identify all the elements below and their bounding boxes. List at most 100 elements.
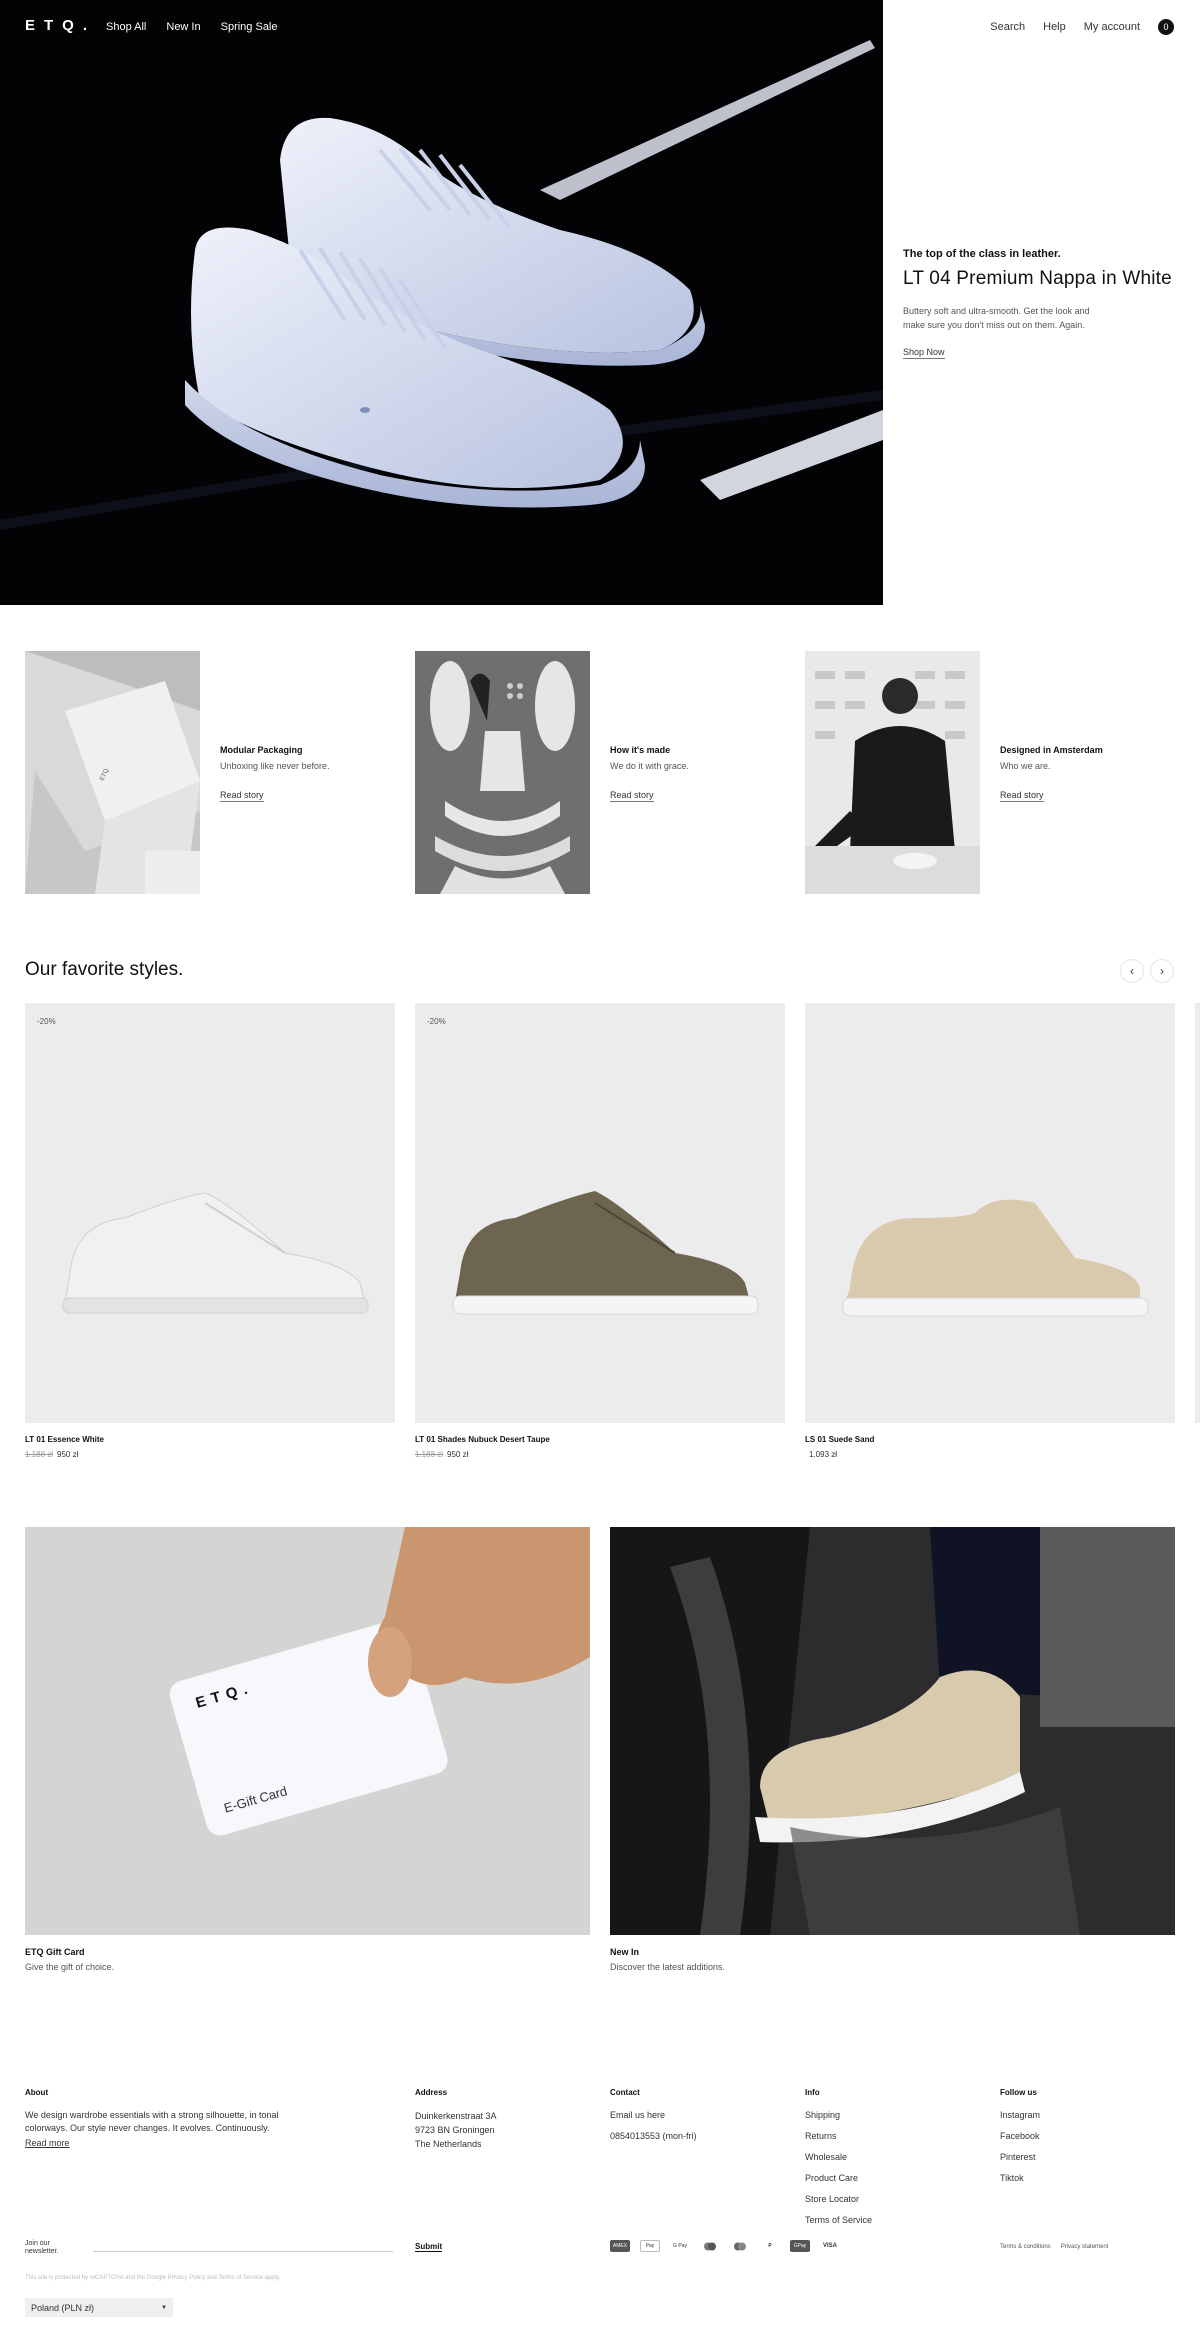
- story-card-packaging: ETQ. Modular Packaging Unboxing like nev…: [25, 651, 395, 894]
- product-name[interactable]: LS 01 Suede Sand: [805, 1435, 1175, 1444]
- product-name[interactable]: LT 01 Essence White: [25, 1435, 395, 1444]
- terms-of-service-link[interactable]: Terms of Service: [805, 2214, 872, 2227]
- newsletter-label: Join our newsletter.: [25, 2240, 59, 2255]
- chevron-left-icon: ‹: [1130, 964, 1134, 978]
- utility-nav: Search Help My account 0: [990, 19, 1174, 35]
- legal-links: Terms & conditions Privacy statement: [1000, 2244, 1108, 2250]
- returns-link[interactable]: Returns: [805, 2130, 872, 2143]
- country-selector[interactable]: Poland (PLN zł) ▼: [25, 2298, 173, 2317]
- amsterdam-image[interactable]: [805, 651, 980, 894]
- promo-subtitle: Give the gift of choice.: [25, 1962, 115, 1972]
- cart-button[interactable]: 0: [1158, 19, 1174, 35]
- email-link[interactable]: Email us here: [610, 2109, 697, 2122]
- paypal-icon: P: [768, 2243, 772, 2249]
- privacy-statement-link[interactable]: Privacy statement: [1061, 2244, 1109, 2250]
- tiktok-link[interactable]: Tiktok: [1000, 2172, 1040, 2185]
- shipping-link[interactable]: Shipping: [805, 2109, 872, 2122]
- taupe-sneaker-illustration: [452, 1191, 759, 1315]
- product-image[interactable]: [805, 1003, 1175, 1423]
- product-care-link[interactable]: Product Care: [805, 2172, 872, 2185]
- favorites-title: Our favorite styles.: [25, 959, 184, 980]
- gpay-icon: GPay: [790, 2240, 810, 2252]
- promo-title: New In: [610, 1947, 640, 1957]
- packaging-image[interactable]: ETQ.: [25, 651, 200, 894]
- nav-new-in[interactable]: New In: [166, 21, 200, 33]
- product-price: 1.188 zł 950 zł: [415, 1450, 785, 1459]
- hero-eyebrow: The top of the class in leather.: [903, 248, 1061, 260]
- payment-methods: AMEX Pay G Pay P GPay VISA: [610, 2240, 840, 2252]
- nav-shop-all[interactable]: Shop All: [106, 21, 146, 33]
- white-sneaker-illustration: [62, 1192, 369, 1314]
- story-subtitle: We do it with grace.: [610, 761, 689, 771]
- mastercard-circles: [704, 2242, 716, 2250]
- old-price: 1.188 zł: [415, 1450, 444, 1459]
- read-story-link[interactable]: Read story: [610, 790, 654, 802]
- newsletter-email-input[interactable]: [93, 2240, 393, 2252]
- footer-heading: About: [25, 2088, 49, 2097]
- footer-heading: Address: [415, 2088, 448, 2097]
- promo-subtitle: Discover the latest additions.: [610, 1962, 726, 1972]
- nav-search[interactable]: Search: [990, 21, 1025, 33]
- address-line: The Netherlands: [415, 2139, 482, 2149]
- product-image[interactable]: -20%: [415, 1003, 785, 1423]
- product-price: 1.093 zł: [805, 1450, 1175, 1459]
- story-title: How it's made: [610, 745, 671, 755]
- hero-image[interactable]: [0, 0, 883, 605]
- read-story-link[interactable]: Read story: [1000, 790, 1044, 802]
- read-story-link[interactable]: Read story: [220, 790, 264, 802]
- logo[interactable]: ETQ.: [25, 17, 96, 34]
- google-pay-icon: G Pay: [673, 2243, 687, 2249]
- maestro-circles: [734, 2242, 746, 2250]
- carousel-prev-button[interactable]: ‹: [1120, 959, 1144, 983]
- facebook-link[interactable]: Facebook: [1000, 2130, 1040, 2143]
- terms-conditions-link[interactable]: Terms & conditions: [1000, 2244, 1051, 2250]
- store-locator-link[interactable]: Store Locator: [805, 2193, 872, 2206]
- footer-heading: Info: [805, 2088, 820, 2097]
- read-more-link[interactable]: Read more: [25, 2138, 70, 2148]
- current-price: 950 zł: [447, 1450, 469, 1459]
- product-card[interactable]: LS 01 Suede Sand 1.093 zł: [805, 1003, 1175, 1459]
- instagram-link[interactable]: Instagram: [1000, 2109, 1040, 2122]
- address-line: Duinkerkenstraat 3A: [415, 2111, 497, 2121]
- gift-card-illustration: [25, 1527, 590, 1935]
- current-price: 1.093 zł: [809, 1450, 838, 1459]
- product-card[interactable]: -20% LT 01 Shades Nubuck Desert Taupe 1.…: [415, 1003, 785, 1459]
- footer-about: About We design wardrobe essentials with…: [25, 2088, 305, 2150]
- shop-now-link[interactable]: Shop Now: [903, 347, 945, 359]
- footer-heading: Follow us: [1000, 2088, 1037, 2097]
- address-line: 9723 BN Groningen: [415, 2125, 495, 2135]
- how-made-image[interactable]: [415, 651, 590, 894]
- product-card[interactable]: -20% LT 01 Essence White 1.188 zł 950 zł: [25, 1003, 395, 1459]
- product-image[interactable]: -20%: [25, 1003, 395, 1423]
- pinterest-link[interactable]: Pinterest: [1000, 2151, 1040, 2164]
- story-subtitle: Who we are.: [1000, 761, 1051, 771]
- wholesale-link[interactable]: Wholesale: [805, 2151, 872, 2164]
- nav-help[interactable]: Help: [1043, 21, 1066, 33]
- newsletter-submit-button[interactable]: Submit: [415, 2242, 443, 2252]
- promo-title: ETQ Gift Card: [25, 1947, 85, 1957]
- new-in-promo[interactable]: New In Discover the latest additions.: [610, 1527, 1175, 1972]
- recaptcha-notice: This site is protected by reCAPTCHA and …: [25, 2275, 281, 2281]
- chevron-right-icon: ›: [1160, 964, 1164, 978]
- caret-down-icon: ▼: [161, 2304, 167, 2311]
- footer-follow: Follow us Instagram Facebook Pinterest T…: [1000, 2088, 1040, 2193]
- current-price: 950 zł: [57, 1450, 79, 1459]
- carousel-next-button[interactable]: ›: [1150, 959, 1174, 983]
- hero-title: LT 04 Premium Nappa in White: [903, 268, 1172, 289]
- story-card-how-made: How it's made We do it with grace. Read …: [415, 651, 785, 894]
- product-name[interactable]: LT 01 Shades Nubuck Desert Taupe: [415, 1435, 785, 1444]
- story-card-amsterdam: Designed in Amsterdam Who we are. Read s…: [805, 651, 1175, 894]
- gift-card-promo[interactable]: ETQ. E-Gift Card ETQ Gift Card Give the …: [25, 1527, 590, 1972]
- old-price: 1.188 zł: [25, 1450, 54, 1459]
- about-text: We design wardrobe essentials with a str…: [25, 2110, 279, 2133]
- new-in-image[interactable]: [610, 1527, 1175, 1935]
- gift-card-image[interactable]: ETQ. E-Gift Card: [25, 1527, 590, 1935]
- footer-heading: Contact: [610, 2088, 640, 2097]
- country-value: Poland (PLN zł): [31, 2302, 95, 2313]
- nav-spring-sale[interactable]: Spring Sale: [221, 21, 278, 33]
- story-title: Designed in Amsterdam: [1000, 745, 1103, 755]
- product-price: 1.188 zł 950 zł: [25, 1450, 395, 1459]
- phone-link[interactable]: 0854013553 (mon-fri): [610, 2130, 697, 2143]
- nav-my-account[interactable]: My account: [1084, 21, 1140, 33]
- footer-info: Info Shipping Returns Wholesale Product …: [805, 2088, 872, 2235]
